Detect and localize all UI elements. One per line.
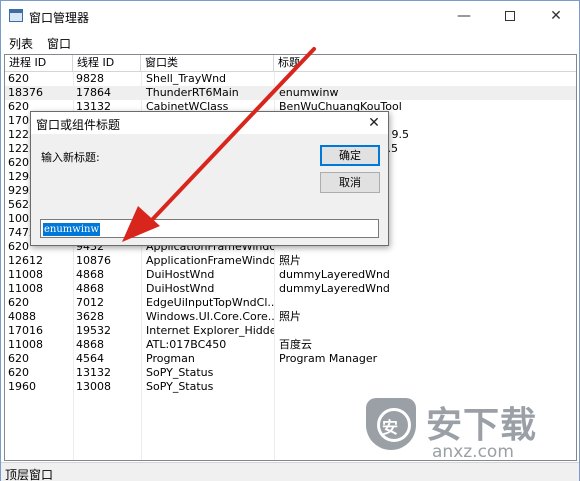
table-row[interactable]: 12612 10876 ApplicationFrameWindow 照片 <box>5 254 576 268</box>
ok-button[interactable]: 确定 <box>320 145 380 166</box>
watermark: 安 安下载 anxz.com <box>358 392 573 470</box>
menu-bar: 列表 窗口 <box>1 32 579 52</box>
app-icon <box>9 9 23 22</box>
watermark-shield-char: 安 <box>382 418 399 437</box>
column-header-window-class[interactable]: 窗口类 <box>141 55 274 72</box>
cell-title <box>274 72 576 86</box>
cell-title: 照片 <box>279 254 301 267</box>
cell-thread-id: 17864 <box>76 86 111 99</box>
cell-title: Program Manager <box>279 352 378 365</box>
dialog-prompt-label: 输入新标题: <box>41 151 100 164</box>
table-row[interactable]: 18376 17864 ThunderRT6Main enumwinw <box>5 86 576 100</box>
dialog-title: 窗口或组件标题 <box>36 118 121 132</box>
cell-window-class: EdgeUiInputTopWndCl... <box>146 296 274 309</box>
cell-title <box>274 296 576 310</box>
cell-process-id: 620 <box>8 352 29 365</box>
cell-thread-id: 13132 <box>76 366 111 379</box>
status-text: 顶层窗口 <box>5 468 54 481</box>
cell-window-class: SoPY_Status <box>146 366 214 379</box>
cell-process-id: 11008 <box>8 338 43 351</box>
cell-window-class: DuiHostWnd <box>146 268 215 281</box>
table-row[interactable]: 11008 4868 ATL:017BC450 百度云 <box>5 338 576 352</box>
cell-process-id: 18376 <box>8 86 43 99</box>
table-row[interactable]: 620 13132 SoPY_Status <box>5 366 576 380</box>
cancel-button[interactable]: 取消 <box>320 172 380 193</box>
cell-thread-id: 4564 <box>76 352 104 365</box>
cell-process-id: 1960 <box>8 380 36 393</box>
cell-title: 百度云 <box>279 338 312 351</box>
cell-title: 照片 <box>279 310 301 323</box>
cell-process-id: 4088 <box>8 310 36 323</box>
table-row[interactable]: 11008 4868 DuiHostWnd dummyLayeredWnd <box>5 268 576 282</box>
cell-thread-id: 13008 <box>76 380 111 393</box>
cell-thread-id: 10876 <box>76 254 111 267</box>
cell-thread-id: 4868 <box>76 282 104 295</box>
watermark-text: 安下载 <box>426 405 538 446</box>
cell-window-class: ThunderRT6Main <box>146 86 239 99</box>
table-row[interactable]: 17016 19532 Internet Explorer_Hidden <box>5 324 576 338</box>
table-header: 进程 ID 线程 ID 窗口类 标题 <box>5 55 576 72</box>
column-header-title[interactable]: 标题 <box>274 55 576 72</box>
cell-title: dummyLayeredWnd <box>279 268 390 281</box>
new-title-input-value: enumwinw <box>43 223 101 236</box>
window-title: 窗口管理器 <box>29 11 90 25</box>
cell-thread-id: 4868 <box>76 338 104 351</box>
cell-window-class: Progman <box>146 352 195 365</box>
table-row[interactable]: 620 9828 Shell_TrayWnd <box>5 72 576 86</box>
cell-window-class: Internet Explorer_Hidden <box>146 324 274 337</box>
cell-thread-id: 4868 <box>76 268 104 281</box>
cell-process-id: 620 <box>8 366 29 379</box>
cell-process-id: 17016 <box>8 324 43 337</box>
cell-thread-id: 9828 <box>76 72 104 85</box>
cell-title: dummyLayeredWnd <box>279 282 390 295</box>
cell-window-class: Shell_TrayWnd <box>146 72 227 85</box>
cell-title <box>274 324 576 338</box>
cell-window-class: DuiHostWnd <box>146 282 215 295</box>
watermark-url: anxz.com <box>432 442 514 462</box>
maximize-icon <box>505 11 515 21</box>
cell-thread-id: 19532 <box>76 324 111 337</box>
dialog-close-button[interactable]: ✕ <box>361 112 387 134</box>
cell-title: enumwinw <box>279 86 339 99</box>
cell-process-id: 11008 <box>8 268 43 281</box>
edit-title-dialog: 窗口或组件标题 ✕ 输入新标题: 确定 取消 enumwinw <box>30 111 389 246</box>
column-header-process-id[interactable]: 进程 ID <box>5 55 73 72</box>
column-header-thread-id[interactable]: 线程 ID <box>73 55 141 72</box>
cell-window-class: Windows.UI.Core.Core... <box>146 310 274 323</box>
cell-process-id: 11008 <box>8 282 43 295</box>
cell-process-id: 620 <box>8 296 29 309</box>
cell-process-id: 12612 <box>8 254 43 267</box>
table-row[interactable]: 11008 4868 DuiHostWnd dummyLayeredWnd <box>5 282 576 296</box>
cell-window-class: SoPY_Status <box>146 380 214 393</box>
new-title-input[interactable]: enumwinw <box>40 219 379 238</box>
cell-window-class: ATL:017BC450 <box>146 338 227 351</box>
close-button[interactable]: ✕ <box>533 1 579 31</box>
cell-window-class: ApplicationFrameWindow <box>146 254 274 267</box>
menu-window[interactable]: 窗口 <box>47 35 71 52</box>
cell-process-id: 620 <box>8 72 29 85</box>
cell-title <box>274 366 576 380</box>
cell-thread-id: 7012 <box>76 296 104 309</box>
title-bar[interactable]: 窗口管理器 — ✕ <box>1 1 579 31</box>
maximize-button[interactable] <box>487 1 533 31</box>
minimize-button[interactable]: — <box>441 1 487 31</box>
cell-thread-id: 3628 <box>76 310 104 323</box>
table-row[interactable]: 4088 3628 Windows.UI.Core.Core... 照片 <box>5 310 576 324</box>
table-row[interactable]: 620 7012 EdgeUiInputTopWndCl... <box>5 296 576 310</box>
dialog-title-bar[interactable]: 窗口或组件标题 ✕ <box>31 112 388 134</box>
menu-list[interactable]: 列表 <box>9 35 33 52</box>
table-row[interactable]: 620 4564 Progman Program Manager <box>5 352 576 366</box>
